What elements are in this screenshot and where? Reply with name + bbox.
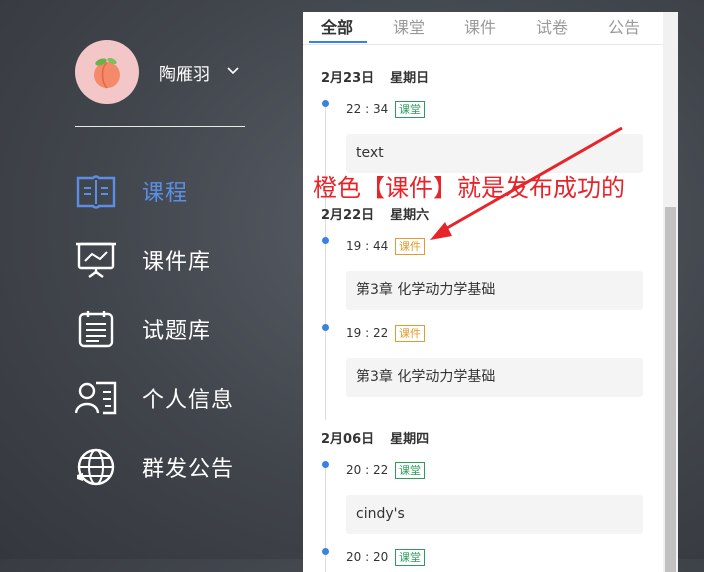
- annotation-text: 橙色【课件】就是发布成功的: [313, 174, 625, 202]
- annotation-arrow: [430, 126, 623, 240]
